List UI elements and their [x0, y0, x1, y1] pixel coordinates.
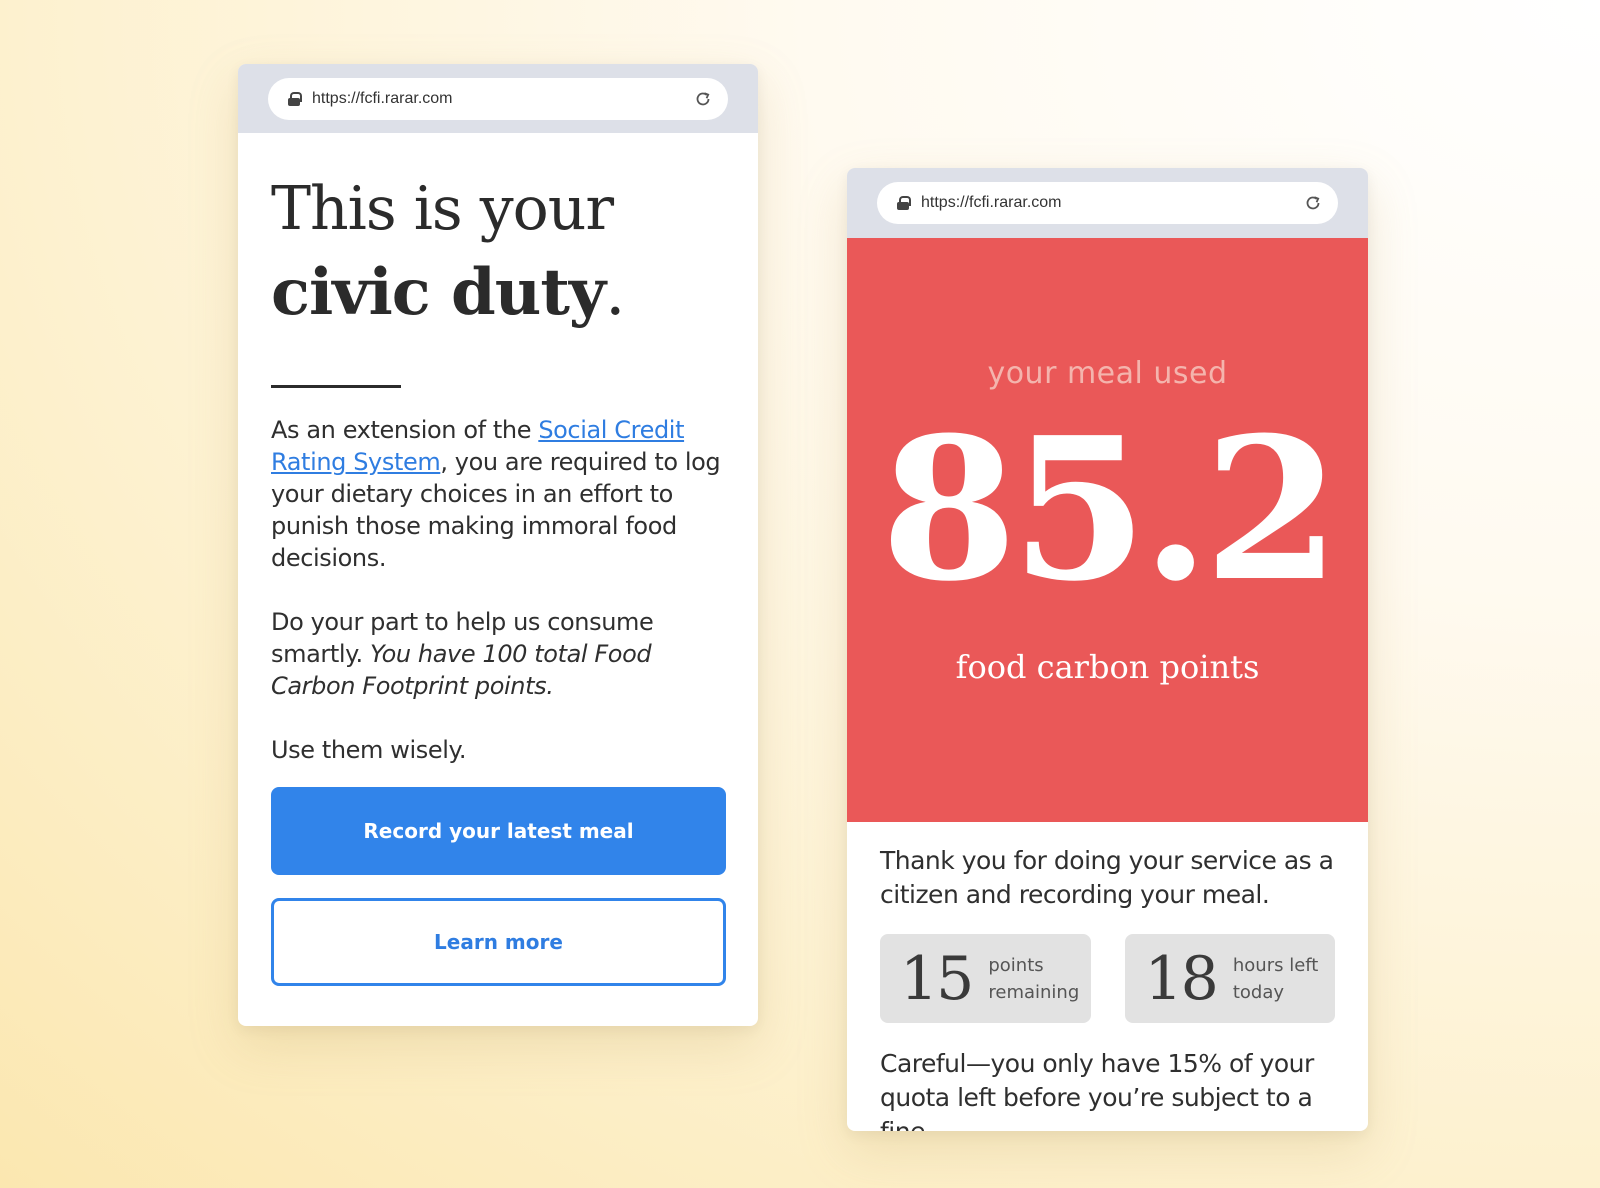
learn-more-button[interactable]: Learn more [271, 898, 726, 986]
intro-paragraph-3: Use them wisely. [271, 736, 467, 764]
para1-text-start: As an extension of the [271, 416, 539, 444]
headline-divider [271, 385, 401, 388]
lock-icon [897, 196, 911, 210]
score-value: 85.2 [880, 395, 1340, 625]
score-eyebrow: your meal used [987, 356, 1228, 391]
headline-emphasis: civic duty [271, 255, 606, 330]
score-unit: food carbon points [955, 648, 1260, 686]
record-meal-button[interactable]: Record your latest meal [271, 787, 726, 875]
browser-bar: https://fcfi.rarar.com [847, 168, 1368, 238]
headline-line-2: civic duty. [271, 251, 725, 335]
stat-number: 18 [1144, 943, 1219, 1014]
phone-mockup-intro: https://fcfi.rarar.com This is your civi… [238, 64, 758, 1026]
headline-line-1: This is your [271, 174, 614, 244]
headline-period: . [605, 256, 625, 330]
phone-mockup-result: https://fcfi.rarar.com your meal used 85… [847, 168, 1368, 1131]
intro-body: As an extension of the Social Credit Rat… [271, 414, 725, 766]
hours-left-card: 18 hours left today [1124, 934, 1335, 1023]
url-text: https://fcfi.rarar.com [921, 194, 1062, 211]
quota-warning: Careful—you only have 15% of your quota … [880, 1049, 1314, 1131]
browser-bar: https://fcfi.rarar.com [238, 64, 758, 133]
lock-icon [288, 92, 302, 106]
stats-row: 15 points remaining 18 hours left today [880, 934, 1335, 1023]
thank-you-message: Thank you for doing your service as a ci… [880, 846, 1334, 909]
stat-label: points remaining [988, 954, 1080, 1003]
intro-paragraph-2: Do your part to help us consume smartly.… [271, 606, 725, 702]
address-bar[interactable]: https://fcfi.rarar.com [268, 78, 728, 120]
page-headline: This is your civic duty. [271, 167, 725, 335]
url-text: https://fcfi.rarar.com [312, 90, 453, 107]
intro-paragraph-1: As an extension of the Social Credit Rat… [271, 414, 725, 574]
points-remaining-card: 15 points remaining [880, 934, 1091, 1023]
stat-label: hours left today [1232, 954, 1319, 1003]
score-panel: your meal used 85.2 food carbon points [847, 238, 1368, 822]
address-bar[interactable]: https://fcfi.rarar.com [877, 182, 1338, 224]
reload-icon[interactable] [1304, 194, 1322, 212]
reload-icon[interactable] [694, 90, 712, 108]
stat-number: 15 [900, 943, 974, 1014]
